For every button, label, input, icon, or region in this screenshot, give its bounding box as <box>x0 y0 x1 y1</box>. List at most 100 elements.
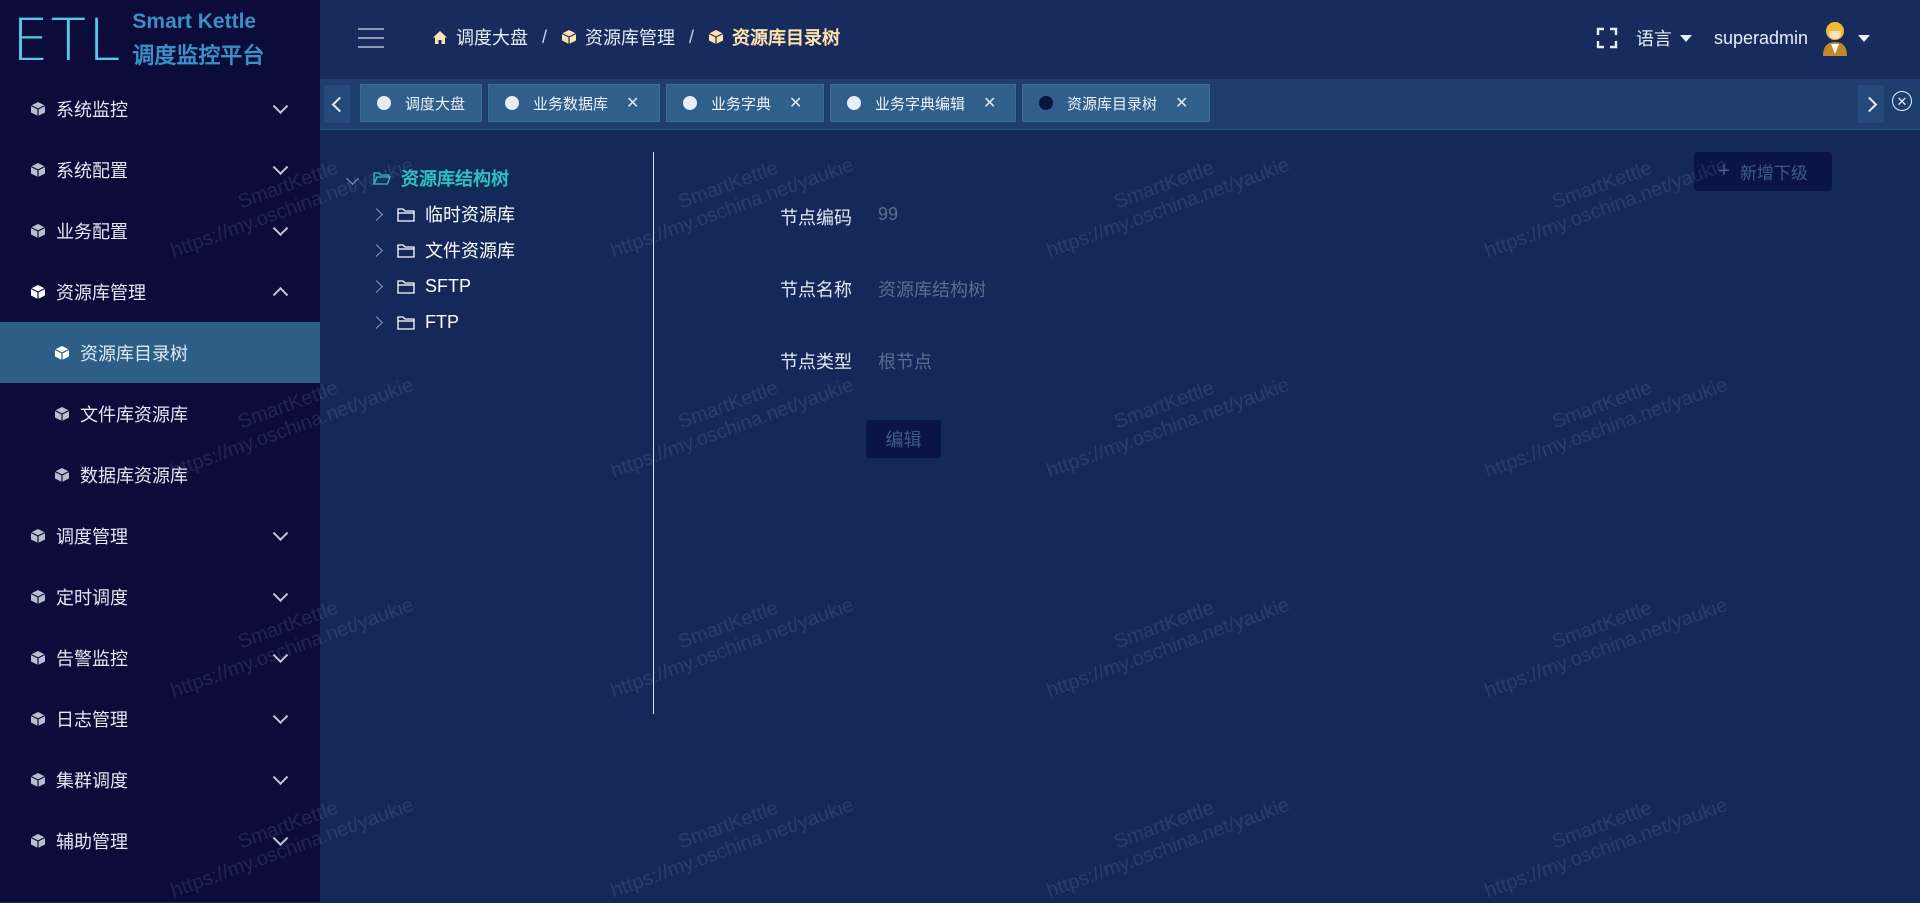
sidebar-menu: 系统监控 系统配置 业务配置 资源库管理 资源库目录树 文件库资源库 数据库资源… <box>0 78 320 871</box>
sidebar-item-label: 系统监控 <box>56 99 128 120</box>
close-icon[interactable]: ✕ <box>626 93 639 113</box>
tab-business-database[interactable]: 业务数据库 ✕ <box>488 84 660 122</box>
language-dropdown[interactable]: 语言 <box>1636 25 1692 51</box>
repository-tree: 资源库结构树 临时资源库 文件资源库 SFTP FTP <box>346 160 515 340</box>
edit-button[interactable]: 编辑 <box>866 420 941 458</box>
node-code-label: 节点编码 <box>780 208 852 228</box>
tab-label: 业务字典 <box>711 95 772 113</box>
chevron-down-icon <box>272 524 289 541</box>
tree-node-root[interactable]: 资源库结构树 <box>346 160 515 196</box>
caret-right-icon[interactable] <box>370 315 383 329</box>
breadcrumb-separator: / <box>689 26 695 47</box>
tab-status-dot <box>1039 96 1053 110</box>
tab-business-dictionary-edit[interactable]: 业务字典编辑 ✕ <box>830 84 1016 122</box>
sidebar-item-log-management[interactable]: 日志管理 <box>0 688 320 749</box>
watermark: SmartKettlehttps://my.oschina.net/yaukie <box>607 793 857 903</box>
panel-divider <box>653 152 654 714</box>
cube-icon <box>30 223 46 238</box>
cube-icon <box>54 345 70 360</box>
tab-business-dictionary[interactable]: 业务字典 ✕ <box>666 84 824 122</box>
tree-node[interactable]: 临时资源库 <box>348 196 515 232</box>
tree-node-label: FTP <box>425 311 459 332</box>
plus-icon: + <box>1718 160 1730 182</box>
folder-open-icon <box>373 171 391 185</box>
folder-icon <box>397 207 415 222</box>
node-type-row: 节点类型 根节点 <box>780 348 986 420</box>
breadcrumb-section-label: 资源库管理 <box>585 28 676 48</box>
sidebar-item-label: 资源库管理 <box>56 282 146 303</box>
close-icon[interactable]: ✕ <box>789 93 802 113</box>
sidebar-item-schedule-management[interactable]: 调度管理 <box>0 505 320 566</box>
cube-icon <box>54 406 70 421</box>
cube-icon <box>30 162 46 177</box>
caret-right-icon[interactable] <box>370 243 383 257</box>
logo-mark: ETL <box>12 6 123 74</box>
tree-node[interactable]: 文件资源库 <box>348 232 515 268</box>
menu-toggle-icon[interactable] <box>358 28 384 48</box>
close-icon[interactable]: ✕ <box>1175 93 1188 113</box>
tab-dashboard[interactable]: 调度大盘 <box>360 84 482 122</box>
tree-node[interactable]: FTP <box>348 304 515 340</box>
chevron-down-icon <box>272 829 289 846</box>
caret-right-icon[interactable] <box>370 279 383 293</box>
sidebar-item-database-repository[interactable]: 数据库资源库 <box>0 444 320 505</box>
sidebar-item-label: 系统配置 <box>56 160 128 181</box>
folder-icon <box>397 243 415 258</box>
tabs-scroll-right-button[interactable] <box>1858 85 1884 123</box>
node-name-value: 资源库结构树 <box>878 280 986 300</box>
sidebar-item-cluster-schedule[interactable]: 集群调度 <box>0 749 320 810</box>
caret-right-icon[interactable] <box>370 207 383 221</box>
sidebar-item-label: 调度管理 <box>56 526 128 547</box>
watermark: SmartKettlehttps://my.oschina.net/yaukie <box>1043 373 1293 483</box>
chevron-down-icon <box>272 768 289 785</box>
cube-icon <box>30 711 46 726</box>
sidebar-item-timed-schedule[interactable]: 定时调度 <box>0 566 320 627</box>
app-name: Smart Kettle <box>132 10 257 33</box>
node-code-value: 99 <box>878 204 899 224</box>
sidebar-item-label: 告警监控 <box>56 648 128 669</box>
tab-status-dot <box>505 96 519 110</box>
tabs-scroll-left-button[interactable] <box>324 85 350 123</box>
cube-icon <box>30 589 46 604</box>
sidebar-item-business-config[interactable]: 业务配置 <box>0 200 320 261</box>
tab-status-dot <box>683 96 697 110</box>
sidebar-item-label: 数据库资源库 <box>80 465 188 486</box>
close-all-tabs-icon[interactable]: ✕ <box>1892 91 1912 111</box>
app-logo[interactable]: ETL Smart Kettle 调度监控平台 <box>12 8 264 72</box>
sidebar: ETL Smart Kettle 调度监控平台 系统监控 系统配置 业务配置 资… <box>0 0 320 902</box>
breadcrumb-home[interactable]: 调度大盘 <box>432 24 528 50</box>
tree-node[interactable]: SFTP <box>348 268 515 304</box>
sidebar-item-label: 文件库资源库 <box>80 404 188 425</box>
sidebar-item-label: 资源库目录树 <box>80 343 188 364</box>
close-icon[interactable]: ✕ <box>983 93 996 113</box>
sidebar-item-auxiliary-management[interactable]: 辅助管理 <box>0 810 320 871</box>
sidebar-item-alert-monitor[interactable]: 告警监控 <box>0 627 320 688</box>
sidebar-item-system-monitor[interactable]: 系统监控 <box>0 78 320 139</box>
tab-repository-tree[interactable]: 资源库目录树 ✕ <box>1022 84 1210 122</box>
caret-down-icon <box>1679 34 1692 42</box>
tab-status-dot <box>377 96 391 110</box>
caret-down-icon[interactable] <box>346 171 359 185</box>
top-bar: 调度大盘 / 资源库管理 / 资源库目录树 语言 superadmin <box>320 0 1920 78</box>
node-type-label: 节点类型 <box>780 352 852 372</box>
watermark: SmartKettlehttps://my.oschina.net/yaukie <box>1481 793 1731 903</box>
watermark: SmartKettlehttps://my.oschina.net/yaukie <box>1043 593 1293 703</box>
add-child-button[interactable]: + 新增下级 <box>1694 152 1832 191</box>
sidebar-item-repository-tree[interactable]: 资源库目录树 <box>0 322 320 383</box>
username: superadmin <box>1713 27 1808 48</box>
sidebar-item-file-repository[interactable]: 文件库资源库 <box>0 383 320 444</box>
sidebar-item-repository-management[interactable]: 资源库管理 <box>0 261 320 322</box>
chevron-down-icon <box>272 97 289 114</box>
chevron-down-icon <box>272 219 289 236</box>
watermark: SmartKettlehttps://my.oschina.net/yaukie <box>1481 593 1731 703</box>
folder-icon <box>397 279 415 294</box>
breadcrumb-section[interactable]: 资源库管理 <box>561 24 675 50</box>
tab-label: 资源库目录树 <box>1067 95 1158 113</box>
home-icon <box>433 30 447 44</box>
user-dropdown[interactable]: superadmin <box>1714 20 1870 56</box>
fullscreen-icon[interactable] <box>1596 27 1618 49</box>
sidebar-item-label: 集群调度 <box>56 770 128 791</box>
sidebar-item-system-config[interactable]: 系统配置 <box>0 139 320 200</box>
cube-icon <box>30 650 46 665</box>
watermark: SmartKettlehttps://my.oschina.net/yaukie <box>1481 153 1731 263</box>
